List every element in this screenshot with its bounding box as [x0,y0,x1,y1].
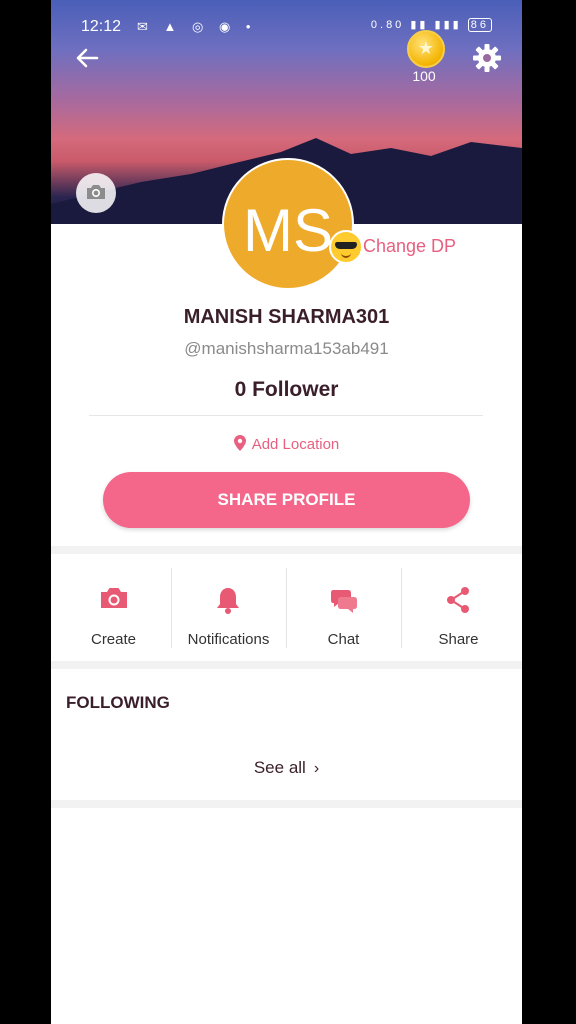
back-arrow-icon[interactable] [73,44,101,72]
add-location-link[interactable]: Add Location [51,435,522,453]
chat-action[interactable]: Chat [286,556,401,661]
notification-icons: ✉ ▲ ◎ ◉ • [137,19,257,34]
share-icon [447,587,469,613]
divider [89,415,483,416]
camera-icon [87,185,105,199]
change-cover-camera-button[interactable] [76,173,116,213]
chat-label: Chat [327,631,360,648]
section-divider [51,800,522,808]
status-time: 12:12 [81,18,122,35]
chevron-right-icon: › [313,760,320,777]
add-location-label: Add Location [251,436,340,453]
share-action[interactable]: Share [401,556,516,661]
settings-gear-icon[interactable] [471,42,503,74]
section-divider [51,546,522,554]
camera-icon [101,588,127,608]
battery-level: 86 [470,19,489,31]
bell-icon [217,588,239,614]
notifications-label: Notifications [187,631,270,648]
coin-icon[interactable]: ★ [407,30,445,68]
share-label: Share [438,631,479,648]
notifications-action[interactable]: Notifications [171,556,286,661]
chat-icon [331,590,357,613]
system-status-icons: 0.80 ▮▮ ▮▮▮ 86 [370,18,492,32]
profile-name: MANISH SHARMA301 [183,306,390,328]
battery-icon: 86 [467,18,492,32]
profile-handle: @manishsharma153ab491 [184,339,389,358]
follower-count[interactable]: 0 Follower [51,378,522,402]
sunglasses-emoji-icon [329,230,363,264]
section-divider [51,661,522,669]
avatar[interactable]: MS [222,158,354,290]
network-speed: 0.80 [370,19,405,31]
create-label: Create [90,631,137,648]
location-pin-icon [233,435,246,451]
share-profile-button[interactable]: SHARE PROFILE [103,472,470,528]
coin-count: 100 [412,68,436,84]
quick-actions-bar: Create Notifications Chat Share [51,556,522,661]
see-all-label: See all [253,758,306,777]
change-dp-link[interactable]: Change DP [363,236,456,257]
following-section-title: FOLLOWING [66,693,170,712]
profile-screen: 12:12 ✉ ▲ ◎ ◉ • 0.80 ▮▮ ▮▮▮ 86 ★ 100 MS … [51,0,522,1024]
see-all-link[interactable]: See all › [51,758,522,778]
create-action[interactable]: Create [56,556,171,661]
